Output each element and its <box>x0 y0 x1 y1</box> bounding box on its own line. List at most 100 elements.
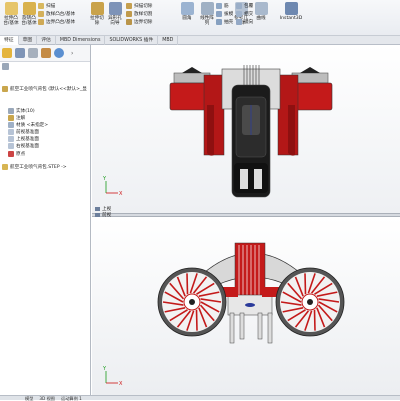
ribbon-button-icon <box>4 2 18 15</box>
tree-item[interactable]: 注解 <box>8 114 25 121</box>
tree-item-icon <box>8 128 14 135</box>
tree-item-icon <box>8 107 14 114</box>
fan-blade <box>313 309 316 331</box>
ribbon-small-label: 包覆 <box>244 4 254 9</box>
fan-blade <box>186 273 189 295</box>
ribbon-small-item[interactable]: 包覆 <box>236 3 253 9</box>
tree-item[interactable]: 右视基准面 <box>8 142 39 149</box>
configuration-manager-icon[interactable] <box>28 48 38 58</box>
ribbon-small-label: 镜向 <box>244 20 254 25</box>
ribbon-small-item[interactable]: 放样切割 <box>126 11 152 17</box>
ribbon-small-item[interactable]: 筋 <box>216 3 229 9</box>
front-view-model: Y X <box>102 242 345 387</box>
ribbon-small-icon <box>216 3 222 9</box>
ribbon-small-label: 拔模 <box>224 12 234 17</box>
tree-item[interactable]: 航空工业喷气背包 (默认<<默认>_显 <box>2 85 87 92</box>
ribbon-small-item[interactable]: 放样凸台/基体 <box>38 11 75 17</box>
feature-tree-icon[interactable] <box>2 48 12 58</box>
ribbon-small-label: 筋 <box>224 4 229 9</box>
ribbon-small-item[interactable]: 镜向 <box>236 19 253 25</box>
front-view-label: 前视 <box>95 212 111 218</box>
ribbon-button-icon <box>108 2 122 15</box>
tree-item[interactable]: 前视基准面 <box>8 128 39 135</box>
tree-item-icon <box>8 150 14 157</box>
ribbon-small-label: 边界凸台/基体 <box>46 20 76 25</box>
tree-item-label: 航空工业喷气背包 (默认<<默认>_显 <box>10 86 87 92</box>
ribbon-button-icon <box>180 2 194 15</box>
ribbon-button-label: 线性阵列 <box>200 16 214 26</box>
ribbon-button-8[interactable]: 曲线 <box>252 0 270 21</box>
tree-item-label: 注解 <box>16 115 26 121</box>
tab-3[interactable]: MBD Dimensions <box>56 36 106 45</box>
top-view-model: Y X <box>102 65 333 198</box>
ribbon-small-icon <box>38 11 44 17</box>
ribbon-button-2[interactable]: 拉伸切除 <box>88 0 106 26</box>
tree-item-label: 实体(10) <box>16 108 35 114</box>
ribbon-small-item[interactable]: 边界切除 <box>126 19 152 25</box>
tree-item[interactable]: 原点 <box>8 150 25 157</box>
tree-item[interactable]: 航空工业喷气背包.STEP -> <box>2 163 67 170</box>
ribbon-small-item[interactable]: 抽壳 <box>216 19 233 25</box>
ribbon-button-icon <box>90 2 104 15</box>
ribbon-small-label: 边界切除 <box>134 20 153 25</box>
viewport-bottom-name: 前视 <box>102 213 112 218</box>
filter-row <box>0 62 90 71</box>
ribbon-button-0[interactable]: 拉伸凸台/基体 <box>2 0 20 26</box>
ribbon-small-item[interactable]: 拔模 <box>216 11 233 17</box>
ribbon-small-icon <box>38 3 44 9</box>
property-manager-icon[interactable] <box>15 48 25 58</box>
tab-1[interactable]: 草图 <box>19 36 38 45</box>
tab-5[interactable]: MBD <box>158 36 179 45</box>
ribbon-small-icon <box>126 19 132 25</box>
ribbon-small-label: 放样切割 <box>134 12 153 17</box>
ribbon-button-3[interactable]: 异形孔向导 <box>106 0 124 26</box>
ribbon-button-icon <box>254 2 268 15</box>
tree-item-label: 航空工业喷气背包.STEP -> <box>10 164 67 170</box>
view-icon <box>95 213 100 217</box>
tab-2[interactable]: 评估 <box>37 36 56 45</box>
fan-blade <box>195 309 198 331</box>
tree-item-icon <box>2 163 8 170</box>
svg-text:X: X <box>119 381 123 387</box>
tab-4[interactable]: SOLIDWORKS 插件 <box>105 36 159 45</box>
command-tabs: 特征 草图 评估 MBD Dimensions SOLIDWORKS 插件 MBD <box>0 36 400 45</box>
filter-icon[interactable] <box>2 63 9 70</box>
fan-blade <box>304 273 307 295</box>
ribbon-small-icon <box>126 11 132 17</box>
ribbon-small-item[interactable]: 扫描切除 <box>126 3 152 9</box>
tree-item-icon <box>2 85 8 92</box>
dimxpert-icon[interactable] <box>41 48 51 58</box>
ribbon-button-label: 拉伸切除 <box>90 16 104 26</box>
display-manager-icon[interactable] <box>54 48 64 58</box>
ribbon-small-label: 扫描 <box>46 4 56 9</box>
tree-item[interactable]: 上视基准面 <box>8 135 39 142</box>
ribbon-button-icon <box>200 2 214 15</box>
ribbon-small-icon <box>236 19 242 25</box>
feature-manager-panel: › 航空工业喷气背包 (默认<<默认>_显实体(10) 注解 材质 <未指定> 前视基… <box>0 45 91 395</box>
bottom-tabs: 模型 3D 视图 运动算例 1 <box>0 395 400 401</box>
ribbon-button-label: 拉伸凸台/基体 <box>3 16 19 26</box>
ribbon-button-icon <box>22 2 36 15</box>
tree-item[interactable]: 材质 <未指定> <box>8 121 48 128</box>
ribbon-button-9[interactable]: Instant3D <box>280 0 302 21</box>
ribbon-small-icon <box>216 19 222 25</box>
panel-toolbar: › <box>0 45 90 62</box>
viewport-top[interactable]: Y X 上视 <box>92 45 400 213</box>
tree-item-icon <box>8 121 14 128</box>
ribbon-small-item[interactable]: 边界凸台/基体 <box>38 19 75 25</box>
tab-0[interactable]: 特征 <box>0 36 19 45</box>
tree-item-label: 前视基准面 <box>16 129 39 135</box>
tree-item-icon <box>8 114 14 121</box>
ribbon-button-1[interactable]: 旋转凸台/基体 <box>20 0 38 26</box>
ribbon-small-item[interactable]: 相交 <box>236 11 253 17</box>
ribbon-small-label: 相交 <box>244 12 254 17</box>
ribbon-button-6[interactable]: 线性阵列 <box>198 0 216 26</box>
ribbon-button-5[interactable]: 圆角 <box>178 0 196 21</box>
ribbon-button-label: 异形孔向导 <box>108 16 122 26</box>
viewport-bottom[interactable]: Y X 前视 <box>92 213 400 395</box>
tree-item-label: 原点 <box>16 151 26 157</box>
ribbon-small-item[interactable]: 扫描 <box>38 3 55 9</box>
ribbon-small-icon <box>126 3 132 9</box>
tree-item[interactable]: 实体(10) <box>8 107 35 114</box>
panel-expand-chevron-icon[interactable]: › <box>71 50 73 57</box>
